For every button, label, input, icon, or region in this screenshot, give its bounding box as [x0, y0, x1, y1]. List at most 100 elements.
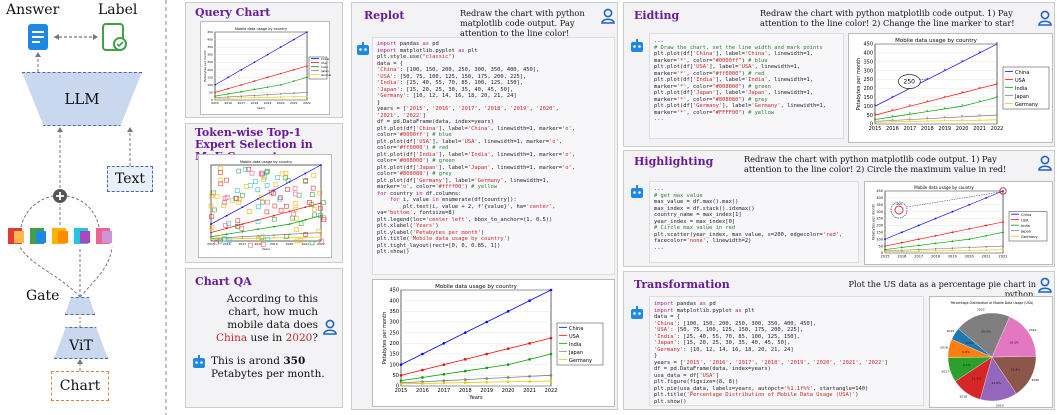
plot-frame [210, 164, 322, 242]
data-point [985, 249, 988, 252]
x-tick-label: 2017 [903, 126, 916, 132]
callout-label: 450 [896, 202, 902, 206]
data-point [968, 203, 971, 206]
x-tick-label: 2022 [991, 126, 1004, 132]
y-axis-label: Petabytes per month [203, 50, 207, 82]
pie-label: 2017 [941, 370, 949, 374]
legend-label: China [569, 326, 583, 332]
y-tick-label: 50 [209, 90, 213, 94]
x-tick-label: 2015 [207, 242, 215, 246]
panel-title: Transformation [634, 278, 730, 291]
data-point [214, 91, 216, 94]
user-icon [1038, 155, 1052, 171]
data-point [485, 352, 489, 356]
data-point [934, 242, 937, 245]
data-point: * [996, 42, 999, 48]
data-point [463, 381, 467, 384]
x-tick-label: 2022 [999, 255, 1008, 259]
y-tick-label: 250 [207, 60, 213, 64]
x-tick-label: 2020 [502, 388, 515, 394]
pie-title: Percentage Distribution of Mobile Data U… [951, 301, 1034, 305]
y-tick-label: 400 [876, 196, 883, 200]
pie-label: 2022 [977, 307, 985, 311]
answer-value: 350 [283, 355, 306, 367]
data-point [463, 331, 467, 334]
expert-selection-image: 2015 2016 2017 2018 2019 2020 2021 2022 Mobile d… [198, 154, 332, 258]
legend-label: Japan [568, 350, 583, 356]
qa-question: According to this chart, how much mobile… [198, 293, 318, 345]
data-point [227, 97, 229, 99]
data-point [900, 250, 903, 253]
x-tick-label: 2020 [956, 126, 969, 132]
data-point [304, 232, 307, 235]
replot-panel: Replot Redraw the chart with python matp… [351, 2, 618, 410]
y-tick-label: 100 [207, 83, 213, 87]
data-point [528, 299, 531, 302]
llm-label: LLM [64, 90, 100, 108]
plot-frame [214, 31, 308, 101]
editing-panel: Eidting Redraw the chart with python mat… [623, 2, 1055, 147]
data-point [917, 250, 920, 252]
data-point [951, 210, 954, 213]
data-point [485, 320, 489, 324]
y-tick-label: 300 [876, 210, 883, 214]
data-point [293, 68, 295, 71]
data-point [225, 214, 228, 217]
callout-label: 250 [904, 79, 916, 86]
data-point [900, 246, 903, 249]
data-point [968, 227, 971, 230]
chart-label: Chart [59, 378, 101, 394]
x-tick-label: 2016 [224, 101, 232, 105]
x-tick-label: 2016 [886, 126, 899, 132]
editing-chart-image: 0 50 100 150 200 250 300 350 400 450 2015 2016 2017 2… [848, 33, 1053, 143]
data-point [934, 249, 937, 252]
y-tick-label: 450 [863, 42, 873, 48]
legend-label: Germany [569, 358, 592, 364]
pie-pct-label: 6.8% [962, 350, 970, 354]
y-tick-label: 250 [863, 77, 873, 83]
y-tick-label: 150 [389, 352, 399, 358]
x-tick-label: 2017 [914, 255, 923, 259]
chart-title: Mobile data usage by country [914, 185, 974, 190]
x-tick-label: 2018 [254, 242, 262, 246]
replot-code-block: import pandas as pd import matplotlib.py… [372, 37, 615, 275]
x-tick-label: 2019 [948, 255, 957, 259]
legend-label: India [569, 342, 581, 348]
y-tick-label: 200 [389, 341, 399, 347]
transformation-code-block: import pandas as pd import matplotlib.py… [649, 296, 924, 406]
data-point [227, 76, 229, 79]
data-point [279, 93, 282, 95]
data-point [951, 240, 954, 243]
data-point [279, 46, 282, 48]
pie-pct-label: 15.9% [1011, 367, 1021, 371]
data-point [266, 93, 269, 96]
highlighting-code: ... # get max value max_value = df.max()… [654, 186, 843, 251]
data-point [549, 288, 553, 292]
data-point [272, 214, 275, 217]
pie-label: 2016 [940, 345, 948, 349]
data-point [272, 237, 275, 239]
pie-pct-label: 11.4% [972, 376, 982, 380]
data-point [985, 196, 988, 199]
bot-icon [193, 355, 205, 368]
y-tick-label: 400 [207, 38, 213, 42]
data-point [241, 230, 244, 233]
x-tick-label: 2020 [286, 242, 294, 246]
data-point [253, 80, 256, 82]
highlighting-chart-image: 0 50 100 150 200 250 300 350 400 450 2015 2016 2017 2… [864, 181, 1053, 265]
y-tick-label: 150 [863, 95, 873, 101]
data-point [884, 238, 886, 241]
vit-label: ViT [69, 338, 93, 354]
x-tick-label: 2021 [973, 126, 986, 132]
x-tick-label: 2018 [251, 101, 259, 105]
user-icon [323, 319, 337, 335]
x-tick-label: 2019 [938, 126, 951, 132]
data-point [306, 95, 308, 98]
x-tick-label: 2021 [982, 255, 991, 259]
data-point [257, 228, 260, 231]
data-point [951, 231, 954, 234]
x-tick-label: 2018 [459, 388, 472, 394]
y-tick-label: 350 [389, 309, 399, 315]
legend-label: China [1021, 213, 1031, 217]
x-tick-label: 2022 [303, 101, 311, 105]
